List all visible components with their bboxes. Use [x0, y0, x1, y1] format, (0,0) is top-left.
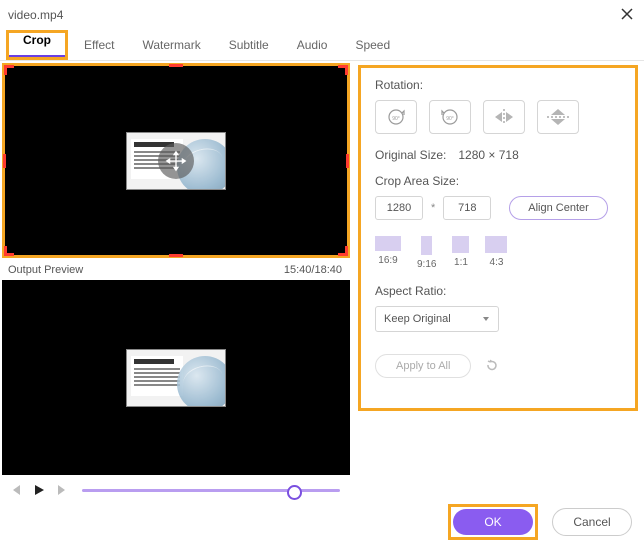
move-handle-icon[interactable] — [158, 143, 194, 179]
crop-height-input[interactable] — [443, 196, 491, 220]
aspect-ratio-label: Aspect Ratio: — [375, 284, 621, 298]
tab-speed[interactable]: Speed — [341, 30, 404, 60]
output-preview-label: Output Preview — [8, 264, 83, 276]
step-forward-icon[interactable] — [54, 481, 72, 499]
tab-subtitle[interactable]: Subtitle — [215, 30, 283, 60]
tab-audio[interactable]: Audio — [283, 30, 342, 60]
tab-effect[interactable]: Effect — [70, 30, 128, 60]
flip-horizontal-button[interactable] — [483, 100, 525, 134]
crop-size-label: Crop Area Size: — [375, 174, 621, 188]
original-size-label: Original Size: — [375, 148, 446, 162]
ratio-1-1[interactable]: 1:1 — [452, 236, 469, 270]
apply-to-all-button[interactable]: Apply to All — [375, 354, 471, 378]
times-symbol: * — [431, 202, 435, 214]
ratio-9-16[interactable]: 9:16 — [417, 236, 436, 270]
play-icon[interactable] — [30, 481, 48, 499]
close-icon[interactable] — [620, 7, 634, 24]
preview-frame — [126, 349, 226, 407]
seek-slider[interactable] — [82, 489, 340, 492]
rotation-label: Rotation: — [375, 78, 621, 92]
rotate-ccw-button[interactable]: 90° — [429, 100, 471, 134]
tab-watermark[interactable]: Watermark — [128, 30, 214, 60]
svg-text:90°: 90° — [446, 116, 454, 122]
cancel-button[interactable]: Cancel — [552, 508, 632, 536]
step-back-icon[interactable] — [6, 481, 24, 499]
crop-canvas[interactable] — [2, 63, 350, 258]
flip-vertical-button[interactable] — [537, 100, 579, 134]
reset-icon[interactable] — [485, 358, 499, 375]
ok-button[interactable]: OK — [453, 509, 533, 535]
ratio-4-3[interactable]: 4:3 — [485, 236, 507, 270]
tab-bar: Crop Effect Watermark Subtitle Audio Spe… — [0, 30, 644, 61]
rotate-cw-button[interactable]: 90° — [375, 100, 417, 134]
ratio-16-9[interactable]: 16:9 — [375, 236, 401, 270]
original-size-value: 1280 × 718 — [458, 148, 518, 162]
time-display: 15:40/18:40 — [284, 264, 342, 276]
align-center-button[interactable]: Align Center — [509, 196, 608, 220]
chevron-down-icon — [482, 315, 490, 323]
output-preview — [2, 280, 350, 475]
window-title: video.mp4 — [8, 8, 63, 22]
crop-settings-panel: Rotation: 90° 90° Original Size: 1280 × … — [358, 65, 638, 411]
crop-width-input[interactable] — [375, 196, 423, 220]
aspect-ratio-select[interactable]: Keep Original — [375, 306, 499, 332]
tab-crop[interactable]: Crop — [9, 25, 65, 57]
svg-text:90°: 90° — [392, 116, 400, 122]
